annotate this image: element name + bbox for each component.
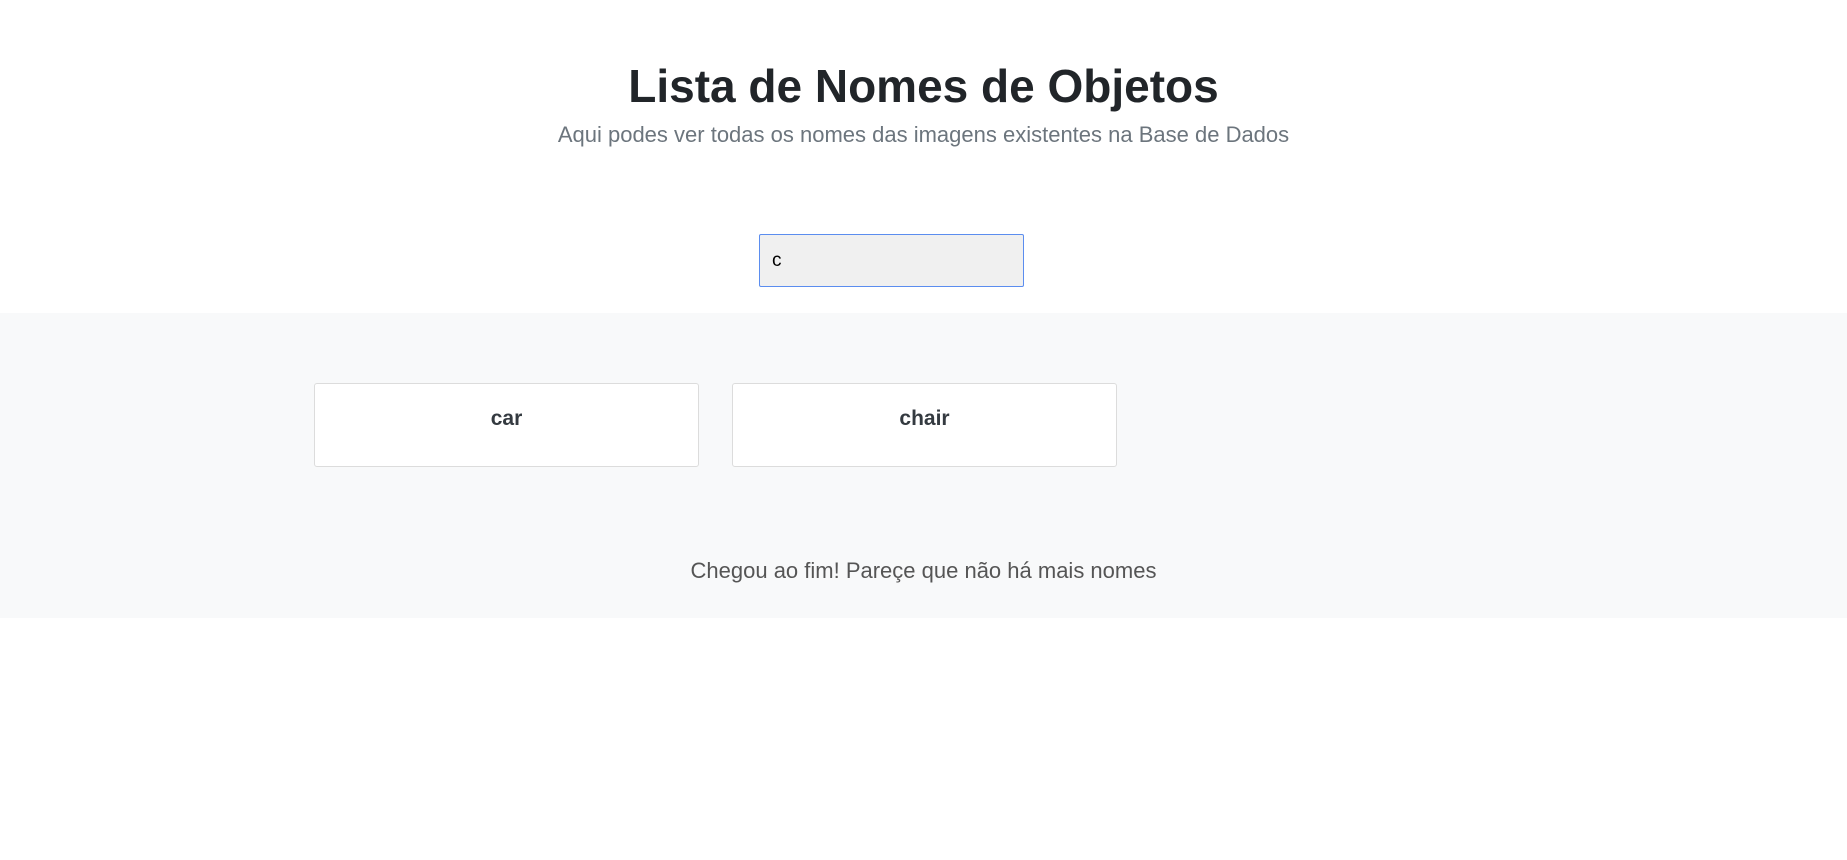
results-section: car chair Chegou ao fim! Pareçe que não … <box>0 313 1847 618</box>
page-header: Lista de Nomes de Objetos Aqui podes ver… <box>0 0 1847 313</box>
search-input[interactable] <box>759 234 1024 287</box>
page-title: Lista de Nomes de Objetos <box>628 60 1219 112</box>
list-item-label: chair <box>899 407 950 430</box>
page-subtitle: Aqui podes ver todas os nomes das imagen… <box>557 122 1290 147</box>
list-item[interactable]: car <box>314 383 699 467</box>
list-item-label: car <box>490 407 523 430</box>
list-item[interactable]: chair <box>732 383 1117 467</box>
end-of-list-message: Chegou ao fim! Pareçe que não há mais no… <box>690 558 1157 583</box>
